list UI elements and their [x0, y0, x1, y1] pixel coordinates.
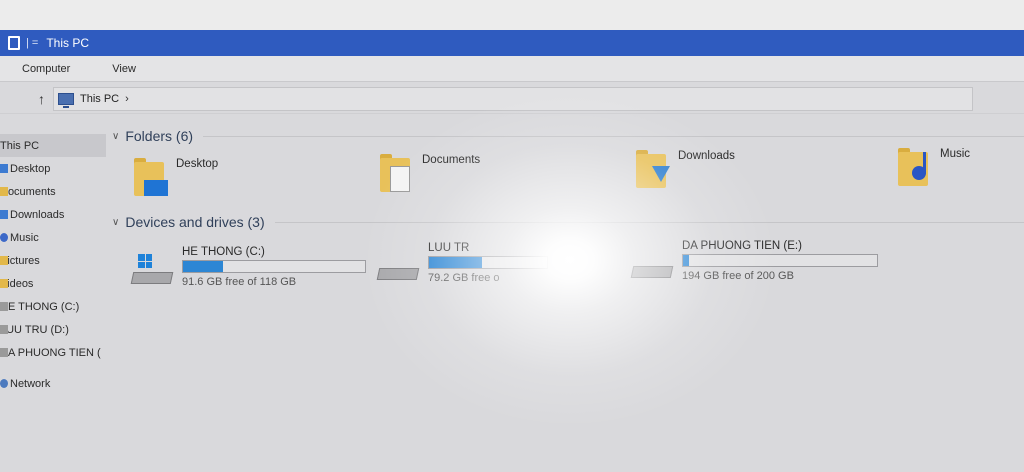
content-pane: ∨ Folders (6) Desktop Documents Download…	[112, 124, 1024, 472]
address-bar: ↑ This PC ›	[0, 84, 1024, 114]
nav-item-label: Documents	[0, 185, 56, 198]
chevron-down-icon: ∨	[112, 216, 120, 228]
up-arrow-icon[interactable]: ↑	[38, 91, 45, 107]
music-icon	[0, 233, 8, 242]
tab-view[interactable]: View	[112, 63, 136, 75]
folder-downloads[interactable]: Downloads	[636, 150, 735, 190]
nav-item-label: Network	[10, 377, 51, 390]
chevron-down-icon: ∨	[112, 130, 120, 142]
drive-name: LUU TR	[428, 242, 470, 254]
downloads-folder-icon	[636, 150, 672, 190]
drive-free-space: 91.6 GB free of 118 GB	[182, 276, 297, 288]
file-icon	[8, 36, 20, 50]
breadcrumb-this-pc[interactable]: This PC	[80, 93, 119, 105]
nav-item-drive-d[interactable]: LUU TRU (D:)	[0, 318, 106, 341]
nav-item-label: Downloads	[10, 208, 65, 221]
nav-item-videos[interactable]: Videos	[0, 272, 106, 295]
drive-usage-bar	[182, 260, 366, 273]
drive-icon	[376, 256, 420, 280]
nav-item-documents[interactable]: Documents	[0, 180, 106, 203]
windows-drive-icon	[130, 254, 174, 284]
drive-name: DA PHUONG TIEN (E:)	[682, 240, 802, 252]
folder-label: Downloads	[678, 150, 735, 162]
nav-item-network[interactable]: Network	[0, 372, 106, 395]
folders-group-header[interactable]: ∨ Folders (6)	[112, 124, 1024, 148]
monitor-bezel	[0, 0, 1024, 30]
nav-item-label: Music	[10, 231, 39, 244]
desktop-icon	[0, 164, 8, 173]
drive-icon	[630, 254, 674, 278]
videos-icon	[0, 279, 8, 288]
nav-item-label: DA PHUONG TIEN (	[0, 346, 101, 359]
drive-icon	[0, 348, 8, 357]
nav-item-desktop[interactable]: Desktop	[0, 157, 106, 180]
drive-usage-bar	[682, 254, 878, 267]
nav-item-this-pc[interactable]: This PC	[0, 134, 106, 157]
pictures-icon	[0, 256, 8, 265]
nav-item-drive-c[interactable]: HE THONG (C:)	[0, 295, 106, 318]
drive-free-space: 194 GB free of 200 GB	[682, 270, 794, 282]
folders-heading: Folders (6)	[125, 128, 194, 144]
nav-item-pictures[interactable]: Pictures	[0, 249, 106, 272]
drive-name: HE THONG (C:)	[182, 246, 265, 258]
documents-icon	[0, 187, 8, 196]
desktop-folder-icon	[134, 158, 170, 198]
drives-heading: Devices and drives (3)	[125, 214, 265, 230]
navigation-pane: This PC Desktop Documents Downloads Musi…	[0, 134, 106, 472]
folder-label: Documents	[422, 154, 481, 166]
drive-icon	[0, 302, 8, 311]
downloads-icon	[0, 210, 8, 219]
nav-item-label: Desktop	[10, 162, 51, 175]
drives-grid: HE THONG (C:) 91.6 GB free of 118 GB LUU…	[112, 234, 1024, 314]
drive-free-space: 79.2 GB free o	[428, 272, 500, 284]
documents-folder-icon	[380, 154, 416, 194]
divider	[203, 135, 1024, 137]
folders-grid: Desktop Documents Downloads Music	[112, 148, 1024, 210]
folder-label: Desktop	[176, 158, 219, 170]
address-box[interactable]: This PC ›	[53, 86, 973, 111]
quick-access-toolbar[interactable]: | =	[26, 37, 38, 49]
folder-music[interactable]: Music	[898, 148, 970, 188]
drive-e[interactable]: DA PHUONG TIEN (E:) 194 GB free of 200 G…	[630, 240, 878, 282]
folder-label: Music	[940, 148, 971, 160]
folder-documents[interactable]: Documents	[380, 154, 480, 194]
title-bar: | = This PC	[0, 30, 1024, 56]
drive-usage-bar	[428, 256, 548, 269]
window-title: This PC	[46, 36, 90, 50]
nav-item-downloads[interactable]: Downloads	[0, 203, 106, 226]
nav-item-label: LUU TRU (D:)	[0, 323, 69, 336]
music-folder-icon	[898, 148, 934, 188]
drive-d[interactable]: LUU TR 79.2 GB free o	[376, 242, 548, 284]
drives-group-header[interactable]: ∨ Devices and drives (3)	[112, 210, 1024, 234]
nav-item-label: HE THONG (C:)	[0, 300, 80, 313]
divider	[274, 221, 1024, 223]
nav-item-music[interactable]: Music	[0, 226, 106, 249]
ribbon-tabs: Computer View	[0, 56, 1024, 82]
pc-icon	[58, 92, 74, 108]
nav-item-label: This PC	[0, 139, 40, 152]
tab-computer[interactable]: Computer	[22, 63, 70, 75]
network-icon	[0, 379, 8, 388]
folder-desktop[interactable]: Desktop	[134, 158, 218, 198]
breadcrumb-chevron-icon[interactable]: ›	[125, 93, 129, 105]
drive-icon	[0, 325, 8, 334]
nav-item-drive-e[interactable]: DA PHUONG TIEN (	[0, 341, 106, 364]
drive-c[interactable]: HE THONG (C:) 91.6 GB free of 118 GB	[130, 246, 366, 288]
